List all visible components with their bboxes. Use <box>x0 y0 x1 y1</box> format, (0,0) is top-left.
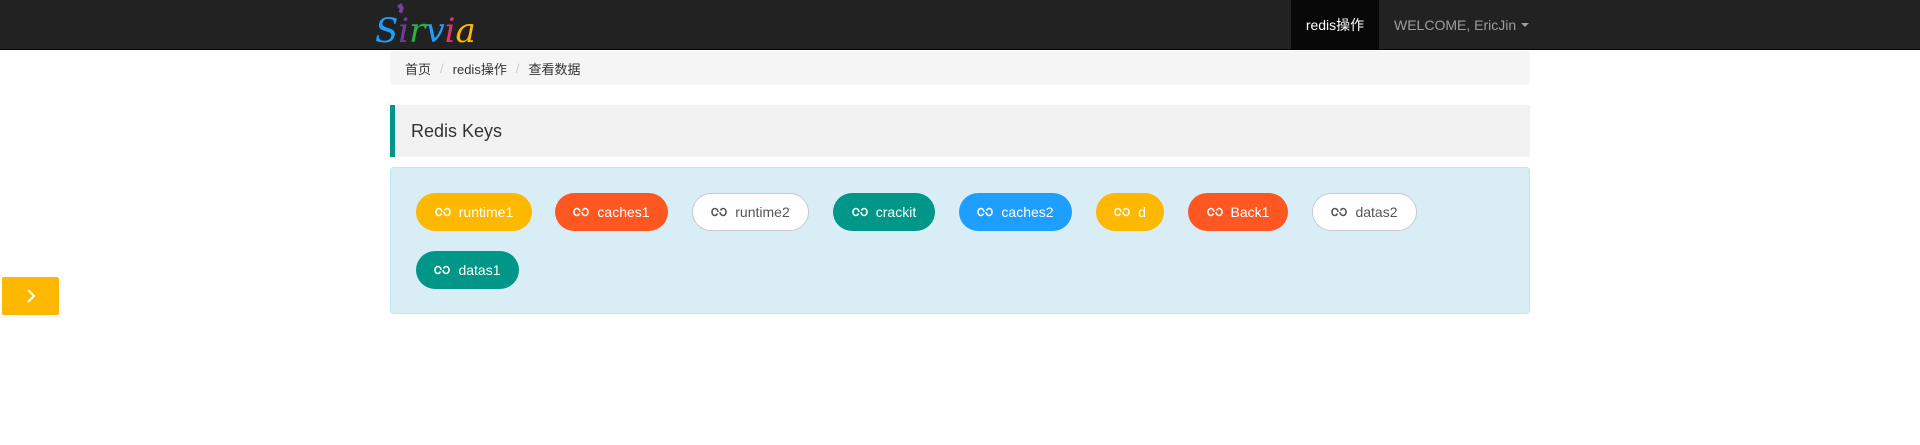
infinity-link-icon <box>977 207 994 217</box>
infinity-link-icon <box>1114 207 1130 217</box>
key-pill[interactable]: runtime1 <box>416 193 532 231</box>
key-label: caches2 <box>1001 204 1054 220</box>
section-title-text: Redis Keys <box>411 120 503 141</box>
redis-keys-panel: runtime1 caches1 runtime2 crackit caches… <box>390 167 1530 314</box>
breadcrumb-separator: / <box>440 60 444 76</box>
nav-item-redis[interactable]: redis操作 <box>1291 0 1379 49</box>
key-pill[interactable]: datas2 <box>1312 193 1417 231</box>
breadcrumb-separator: / <box>515 60 520 76</box>
infinity-link-icon <box>573 207 590 217</box>
user-menu-label: WELCOME, EricJin <box>1394 16 1517 33</box>
infinity-link-icon <box>434 265 451 275</box>
user-menu-dropdown[interactable]: WELCOME, EricJin <box>1379 0 1544 49</box>
key-label: crackit <box>875 204 917 220</box>
key-pill[interactable]: caches2 <box>959 193 1072 231</box>
key-pill[interactable]: caches1 <box>555 193 668 231</box>
chevron-right-icon <box>26 289 35 303</box>
infinity-link-icon <box>1331 207 1348 217</box>
sirvia-logo[interactable]: Sirvia <box>375 2 485 48</box>
breadcrumb-redis[interactable]: redis操作 <box>453 59 507 78</box>
breadcrumb-current: 查看数据 <box>528 61 581 77</box>
key-label: runtime2 <box>735 204 790 220</box>
key-pill[interactable]: datas1 <box>416 251 519 289</box>
infinity-link-icon <box>434 207 451 217</box>
key-label: Back1 <box>1230 204 1270 220</box>
key-pill[interactable]: Back1 <box>1188 193 1288 231</box>
key-label: datas2 <box>1355 204 1398 220</box>
infinity-link-icon <box>711 207 728 217</box>
key-pill[interactable]: crackit <box>833 193 935 231</box>
infinity-link-icon <box>851 207 868 217</box>
side-toggle-button[interactable] <box>2 277 59 315</box>
key-pill[interactable]: d <box>1096 193 1164 231</box>
section-title: Redis Keys <box>390 105 1530 157</box>
key-label: runtime1 <box>458 204 514 220</box>
key-label: datas1 <box>458 262 501 278</box>
breadcrumb-home[interactable]: 首页 <box>405 59 431 78</box>
top-navbar: Sirvia redis操作 WELCOME, EricJin <box>0 0 1920 50</box>
caret-down-icon <box>1521 22 1530 27</box>
key-pill[interactable]: runtime2 <box>692 193 809 231</box>
nav-item-redis-label: redis操作 <box>1305 16 1365 33</box>
svg-text:Sirvia: Sirvia <box>375 11 476 48</box>
infinity-link-icon <box>1206 207 1223 217</box>
key-label: d <box>1138 204 1146 220</box>
breadcrumb: 首页 / redis操作 / 查看数据 <box>390 51 1530 85</box>
key-label: caches1 <box>597 204 650 220</box>
